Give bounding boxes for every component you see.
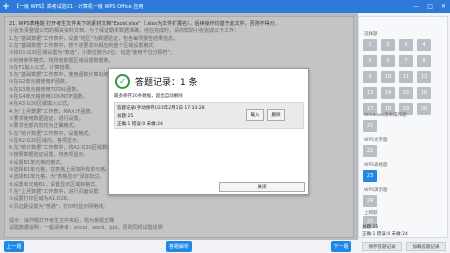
question-number-cell[interactable]: 13 xyxy=(363,87,377,99)
question-number-cell[interactable]: 7 xyxy=(399,55,413,67)
window-title: 【一级 WPS】高考试验21 · 计算机一级 WPS Office 应用 xyxy=(14,4,144,10)
prev-question-button[interactable]: 上一题 xyxy=(4,241,24,252)
question-number-cell[interactable]: 21 xyxy=(363,120,377,132)
bottom-bar: 上一题 答题解析 下一题 保存答题记录 加载答题记录 xyxy=(0,240,450,253)
window-controls: — □ ✕ xyxy=(413,0,446,13)
save-record-button[interactable]: 保存答题记录 xyxy=(362,242,402,251)
question-number-cell[interactable]: 24 xyxy=(363,195,377,207)
close-icon[interactable]: ✕ xyxy=(441,3,446,10)
question-number-cell[interactable]: 1 xyxy=(363,39,377,51)
question-number-cell[interactable]: 16 xyxy=(417,87,431,99)
dialog-close-button[interactable]: 关闭 xyxy=(219,182,305,192)
question-number-cell[interactable]: 22 xyxy=(363,145,377,157)
question-number-cell[interactable]: 3 xyxy=(399,39,413,51)
dialog-title: 答题记录：1 条 xyxy=(135,78,198,88)
ppt-question-grid: 24 xyxy=(363,195,431,207)
question-number-cell[interactable]: 8 xyxy=(417,55,431,67)
section-label-choice: 选择题 xyxy=(364,32,378,37)
total-count: 总题:25 xyxy=(362,225,379,230)
success-check-icon: ✓ xyxy=(115,74,130,89)
load-record-button[interactable]: 加载答题记录 xyxy=(406,242,446,251)
score-summary: 正确:1 错误:0 未做:24 xyxy=(362,232,408,237)
record-item: 答题记录(手动保存)/23年2月1日 17:33:28 总题:25 正确:1 错… xyxy=(114,102,304,129)
question-number-cell[interactable]: 4 xyxy=(417,39,431,51)
record-total: 总题:25 xyxy=(117,114,134,119)
question-number-cell[interactable]: 9 xyxy=(363,71,377,83)
section-label-windows: Windows基本操作题 xyxy=(364,113,407,118)
app-logo-icon: + xyxy=(2,1,10,12)
answer-record-dialog: ✓ 答题记录：1 条 最多保存20条数据，超出自动删除 答题记录(手动保存)/2… xyxy=(108,68,309,195)
next-question-button[interactable]: 下一题 xyxy=(331,241,351,252)
question-navigator: 选择题 1 2 3 4 5 6 7 8 9 10 11 12 13 14 15 16 17 18 19 20 Wind… xyxy=(358,16,448,238)
windows-question-grid: 21 xyxy=(363,120,431,132)
choice-question-grid: 1 2 3 4 5 6 7 8 9 10 11 12 13 14 15 16 17 18 19 20 xyxy=(363,39,431,115)
question-number-cell[interactable]: 14 xyxy=(381,87,395,99)
minimize-icon[interactable]: — xyxy=(413,3,419,10)
dialog-subtitle: 最多保存20条数据，超出自动删除 xyxy=(114,94,183,99)
delete-record-button[interactable]: 删除 xyxy=(267,109,285,121)
load-record-item-button[interactable]: 载入 xyxy=(246,109,264,121)
excel-question-grid: 23 xyxy=(363,170,431,182)
question-number-cell[interactable]: 5 xyxy=(363,55,377,67)
question-number-cell[interactable]: 2 xyxy=(381,39,395,51)
answer-analysis-button[interactable]: 答题解析 xyxy=(166,241,192,252)
section-label-ppt: WPS演示题 xyxy=(364,188,388,193)
record-timestamp: 答题记录(手动保存)/23年2月1日 17:33:28 xyxy=(117,106,205,111)
section-label-word: WPS文字题 xyxy=(364,138,388,143)
question-number-cell[interactable]: 15 xyxy=(399,87,413,99)
record-score: 正确:1 错误:0 未做:24 xyxy=(117,122,163,127)
word-question-grid: 22 xyxy=(363,145,431,157)
question-number-cell[interactable]: 23 xyxy=(363,170,377,182)
question-number-cell[interactable]: 6 xyxy=(381,55,395,67)
title-bar: + 【一级 WPS】高考试验21 · 计算机一级 WPS Office 应用 —… xyxy=(0,0,450,13)
section-label-excel: WPS表格题 xyxy=(364,163,388,168)
question-number-cell[interactable]: 11 xyxy=(399,71,413,83)
question-number-cell[interactable]: 10 xyxy=(381,71,395,83)
maximize-icon[interactable]: □ xyxy=(427,3,433,10)
question-number-cell[interactable]: 12 xyxy=(417,71,431,83)
question-number-cell[interactable]: 20 xyxy=(417,103,431,115)
